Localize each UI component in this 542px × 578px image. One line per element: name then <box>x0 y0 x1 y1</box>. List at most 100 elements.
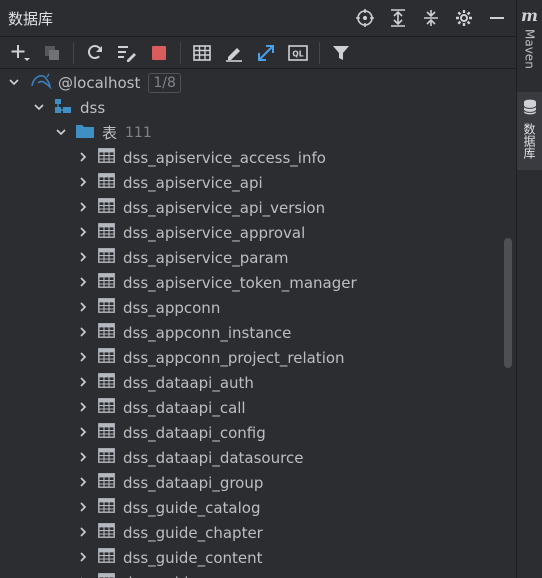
table-icon <box>98 348 115 367</box>
chevron-right-icon[interactable] <box>77 174 89 192</box>
table-row[interactable]: dss_guide_content <box>0 545 502 570</box>
table-row[interactable]: dss_dataapi_config <box>0 420 502 445</box>
chevron-right-icon[interactable] <box>77 449 89 467</box>
table-count: 111 <box>125 124 152 141</box>
toolbar-divider <box>180 41 181 64</box>
table-row[interactable]: dss_dataapi_auth <box>0 370 502 395</box>
mysql-icon <box>30 72 52 94</box>
table-row[interactable]: dss_apiservice_token_manager <box>0 270 502 295</box>
schema-label: dss <box>80 98 106 117</box>
table-name: dss_apiservice_param <box>123 248 289 267</box>
chevron-right-icon[interactable] <box>77 274 89 292</box>
ql-console-icon[interactable]: QL <box>285 40 311 66</box>
maven-tool-button[interactable]: m Maven <box>517 6 542 82</box>
database-icon <box>523 99 537 119</box>
chevron-right-icon[interactable] <box>77 349 89 367</box>
refresh-icon[interactable] <box>82 40 108 66</box>
chevron-right-icon[interactable] <box>77 324 89 342</box>
table-icon <box>98 173 115 192</box>
crosshair-icon[interactable] <box>352 5 378 31</box>
chevron-right-icon[interactable] <box>77 474 89 492</box>
collapse-all-icon[interactable] <box>418 5 444 31</box>
table-icon <box>98 223 115 242</box>
table-icon <box>98 373 115 392</box>
table-name: dss_dataapi_group <box>123 473 264 492</box>
host-label: @localhost <box>58 73 141 92</box>
table-row[interactable]: dss_appconn_instance <box>0 320 502 345</box>
table-name: dss_apiservice_api_version <box>123 198 326 217</box>
chevron-down-icon[interactable] <box>55 124 67 142</box>
table-row[interactable]: dss_apiservice_api <box>0 170 502 195</box>
table-name: dss_appconn_project_relation <box>123 348 345 367</box>
table-icon <box>98 423 115 442</box>
table-name: dss_apiservice_access_info <box>123 148 326 167</box>
folder-label: 表 <box>102 124 118 142</box>
stop-icon[interactable] <box>146 40 172 66</box>
vertical-scrollbar[interactable] <box>504 70 512 578</box>
chevron-right-icon[interactable] <box>77 299 89 317</box>
table-row[interactable]: dss_apiservice_access_info <box>0 145 502 170</box>
table-row[interactable]: dss_guide_catalog <box>0 495 502 520</box>
chevron-right-icon[interactable] <box>77 399 89 417</box>
table-row[interactable]: dss_apiservice_param <box>0 245 502 270</box>
table-icon <box>98 248 115 267</box>
plus-icon[interactable] <box>7 40 33 66</box>
properties-icon[interactable] <box>114 40 140 66</box>
table-row[interactable]: dss_guide_group <box>0 570 502 578</box>
schema-node[interactable]: dss <box>0 95 502 120</box>
schema-count-badge: 1/8 <box>148 72 181 93</box>
minimize-icon[interactable] <box>484 5 510 31</box>
jump-icon[interactable] <box>253 40 279 66</box>
table-icon <box>98 148 115 167</box>
chevron-right-icon[interactable] <box>77 574 89 578</box>
chevron-down-icon[interactable] <box>8 74 20 92</box>
table-icon <box>98 473 115 492</box>
database-tree: @localhost 1/8 dss 表 111 dss_apiservice_… <box>0 70 502 578</box>
table-name: dss_dataapi_call <box>123 398 246 417</box>
database-tool-button[interactable]: 数据库 <box>517 92 542 170</box>
table-icon <box>98 523 115 542</box>
host-node[interactable]: @localhost 1/8 <box>0 70 502 95</box>
tables-folder-node[interactable]: 表 111 <box>0 120 502 145</box>
chevron-right-icon[interactable] <box>77 424 89 442</box>
chevron-right-icon[interactable] <box>77 549 89 567</box>
gear-icon[interactable] <box>451 5 477 31</box>
table-name: dss_dataapi_config <box>123 423 266 442</box>
table-row[interactable]: dss_apiservice_api_version <box>0 195 502 220</box>
schema-icon <box>54 98 72 118</box>
table-icon <box>98 298 115 317</box>
database-label: 数据库 <box>522 123 536 159</box>
folder-icon <box>76 123 94 142</box>
table-name: dss_dataapi_datasource <box>123 448 304 467</box>
table-icon <box>98 323 115 342</box>
table-row[interactable]: dss_dataapi_group <box>0 470 502 495</box>
expand-all-icon[interactable] <box>385 5 411 31</box>
table-row[interactable]: dss_dataapi_call <box>0 395 502 420</box>
toolbar-divider <box>319 41 320 64</box>
panel-title: 数据库 <box>8 10 54 28</box>
chevron-down-icon[interactable] <box>33 99 45 117</box>
scrollbar-thumb[interactable] <box>504 238 512 368</box>
table-row[interactable]: dss_apiservice_approval <box>0 220 502 245</box>
panel-header: 数据库 <box>0 0 516 37</box>
table-row[interactable]: dss_guide_chapter <box>0 520 502 545</box>
chevron-right-icon[interactable] <box>77 149 89 167</box>
table-icon <box>98 198 115 217</box>
chevron-right-icon[interactable] <box>77 199 89 217</box>
table-name: dss_apiservice_api <box>123 173 263 192</box>
chevron-right-icon[interactable] <box>77 224 89 242</box>
filter-icon[interactable] <box>328 40 354 66</box>
table-icon[interactable] <box>189 40 215 66</box>
chevron-right-icon[interactable] <box>77 524 89 542</box>
edit-icon[interactable] <box>221 40 247 66</box>
maven-icon: m <box>521 6 538 25</box>
chevron-right-icon[interactable] <box>77 499 89 517</box>
table-row[interactable]: dss_appconn_project_relation <box>0 345 502 370</box>
table-row[interactable]: dss_appconn <box>0 295 502 320</box>
table-name: dss_guide_content <box>123 548 263 567</box>
table-name: dss_guide_catalog <box>123 498 261 517</box>
copy-icon <box>39 40 65 66</box>
table-row[interactable]: dss_dataapi_datasource <box>0 445 502 470</box>
chevron-right-icon[interactable] <box>77 374 89 392</box>
chevron-right-icon[interactable] <box>77 249 89 267</box>
